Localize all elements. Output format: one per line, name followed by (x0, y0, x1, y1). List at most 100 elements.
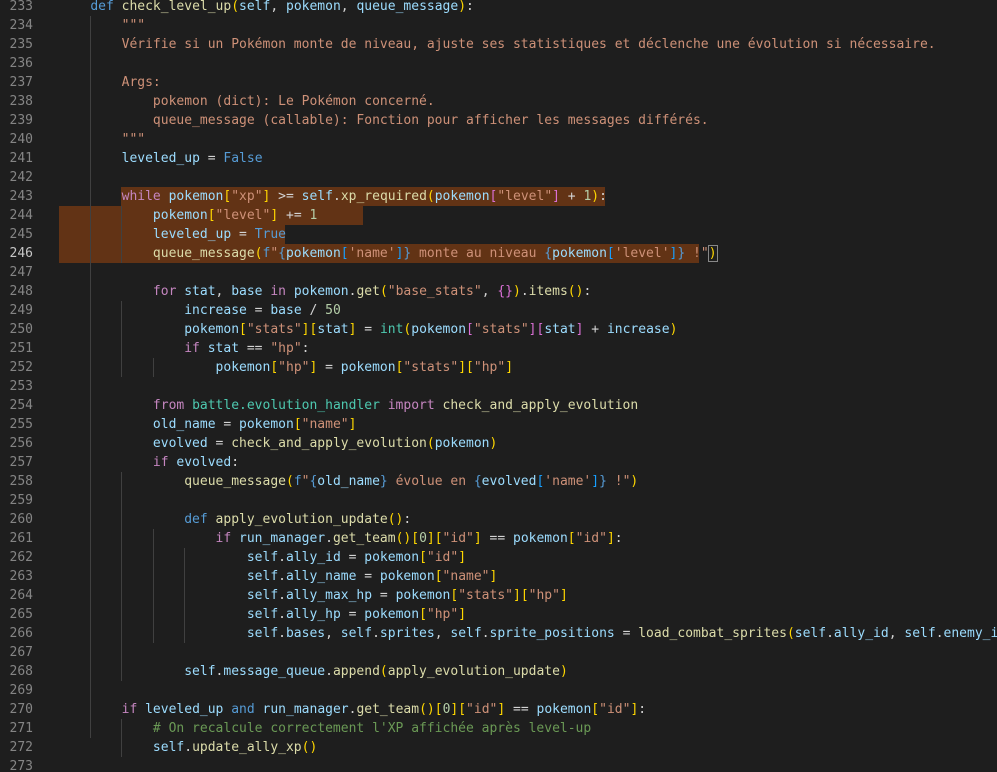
code-line[interactable]: 248 for stat, base in pokemon. get("base_… (0, 282, 997, 301)
code-line[interactable]: 233 def check_level_up(self, pokemon, qu… (0, 0, 997, 16)
code-text: def apply_evolution_update(): (59, 510, 411, 529)
code-token: base (231, 284, 263, 299)
code-token: + (583, 322, 607, 337)
code-text: from battle.evolution_handler import che… (59, 396, 638, 415)
code-token: "id" (575, 531, 607, 546)
code-token: ] (505, 360, 514, 375)
code-line[interactable]: 242 (0, 168, 997, 187)
code-line[interactable]: 272 self.update_ally_xp() (0, 738, 997, 757)
code-line[interactable]: 258 queue_message(f"{old_name} évolue en… (0, 472, 997, 491)
code-line[interactable]: 254 from battle.evolution_handler import… (0, 396, 997, 415)
code-text: leveled_up = False (59, 149, 263, 168)
code-line[interactable]: 265 self.ally_hp = pokemon["hp"] (0, 605, 997, 624)
line-number: 273 (9, 759, 33, 772)
code-token: . (278, 626, 286, 641)
code-line[interactable]: 266 self.bases, self.sprites, self.sprit… (0, 624, 997, 643)
code-line[interactable]: 239 queue_message (callable): Fonction p… (0, 111, 997, 130)
code-line[interactable]: 269 (0, 681, 997, 700)
code-line[interactable]: 237 Args: (0, 73, 997, 92)
code-token: ] (497, 702, 506, 717)
line-number: 263 (9, 569, 33, 584)
code-token: = (340, 550, 365, 565)
code-line[interactable]: 271 # On recalcule correctement l'XP aff… (0, 719, 997, 738)
line-number: 240 (9, 132, 33, 147)
code-token: "name" (442, 569, 490, 584)
code-token: = (317, 360, 341, 375)
code-line[interactable]: 245 leveled_up = True (0, 225, 997, 244)
code-token: 'name' (348, 246, 396, 261)
code-line[interactable]: 240 """ (0, 130, 997, 149)
code-token: [ (466, 322, 474, 337)
code-token: increase (606, 322, 670, 337)
code-line[interactable]: 267 (0, 643, 997, 662)
code-text: # On recalcule correctement l'XP affiché… (59, 719, 591, 738)
code-line[interactable]: 260 def apply_evolution_update(): (0, 510, 997, 529)
code-line[interactable]: 268 self.message_queue.append(apply_evol… (0, 662, 997, 681)
line-number: 269 (9, 683, 33, 698)
line-number: 254 (9, 398, 33, 413)
code-token: , (340, 0, 357, 14)
code-line[interactable]: 241 leveled_up = False (0, 149, 997, 168)
code-line[interactable]: 255 old_name = pokemon["name"] (0, 415, 997, 434)
code-token: self (246, 588, 279, 603)
code-token: "stats" (458, 588, 513, 603)
code-token: [ (466, 360, 474, 375)
code-token: ally_name (285, 569, 357, 584)
code-line[interactable]: 259 (0, 491, 997, 510)
code-token: [ (239, 322, 247, 337)
code-token: self (246, 550, 279, 565)
code-token: 'level' (614, 246, 670, 261)
code-line[interactable]: 256 evolved = check_and_apply_evolution(… (0, 434, 997, 453)
code-token: ] (458, 360, 467, 375)
code-line[interactable]: 273 (0, 757, 997, 772)
code-line[interactable]: 249 increase = base / 50 (0, 301, 997, 320)
code-token: get_team (332, 531, 396, 546)
code-token: { (544, 246, 553, 261)
code-token: [ (419, 550, 427, 565)
code-token: run_manager (262, 702, 349, 717)
code-text: self.update_ally_xp() (59, 738, 317, 757)
code-line[interactable]: 270 if leveled_up and run_manager.get_te… (0, 700, 997, 719)
code-text: Vérifie si un Pokémon monte de niveau, a… (59, 35, 936, 54)
code-line[interactable]: 252 pokemon["hp"] = pokemon["stats"]["hp… (0, 358, 997, 377)
code-line[interactable]: 234 """ (0, 16, 997, 35)
code-line[interactable]: 253 (0, 377, 997, 396)
code-line[interactable]: 247 (0, 263, 997, 282)
code-text: self.ally_id = pokemon["id"] (59, 548, 466, 567)
code-line[interactable]: 251 if stat == "hp": (0, 339, 997, 358)
code-line[interactable]: 261 if run_manager.get_team()[0]["id"] =… (0, 529, 997, 548)
code-line[interactable]: 257 if evolved: (0, 453, 997, 472)
code-token: pokemon (434, 436, 490, 451)
code-token: Args: (121, 75, 161, 90)
line-number: 243 (9, 189, 33, 204)
code-line[interactable]: 235 Vérifie si un Pokémon monte de nivea… (0, 35, 997, 54)
code-line[interactable]: 264 self.ally_max_hp = pokemon["stats"][… (0, 586, 997, 605)
code-line[interactable]: 250 pokemon["stats"][stat] = int(pokemon… (0, 320, 997, 339)
code-text: pokemon (dict): Le Pokémon concerné. (59, 92, 435, 111)
code-text: for stat, base in pokemon. get("base_stat… (59, 282, 591, 301)
code-line[interactable]: 263 self.ally_name = pokemon["name"] (0, 567, 997, 586)
code-token: self (450, 626, 482, 641)
code-token: "hp" (278, 360, 310, 375)
code-token: update_ally_xp (192, 740, 302, 755)
code-token: if (121, 702, 138, 717)
code-line[interactable]: 244 pokemon["level"] += 1 (0, 206, 997, 225)
code-line[interactable]: 262 self.ally_id = pokemon["id"] (0, 548, 997, 567)
code-editor[interactable]: 233 def check_level_up(self, pokemon, qu… (0, 0, 997, 772)
code-text: queue_message(f"{pokemon['name']} monte … (59, 244, 718, 263)
code-line[interactable]: 246 queue_message(f"{pokemon['name']} mo… (0, 244, 997, 263)
code-token: stat (207, 341, 240, 356)
line-number: 249 (9, 303, 33, 318)
line-number: 260 (9, 512, 33, 527)
code-line[interactable]: 243 while pokemon["xp"] >= self.xp_requi… (0, 187, 997, 206)
code-line[interactable]: 238 pokemon (dict): Le Pokémon concerné. (0, 92, 997, 111)
code-line[interactable]: 236 (0, 54, 997, 73)
code-token: self (246, 569, 279, 584)
